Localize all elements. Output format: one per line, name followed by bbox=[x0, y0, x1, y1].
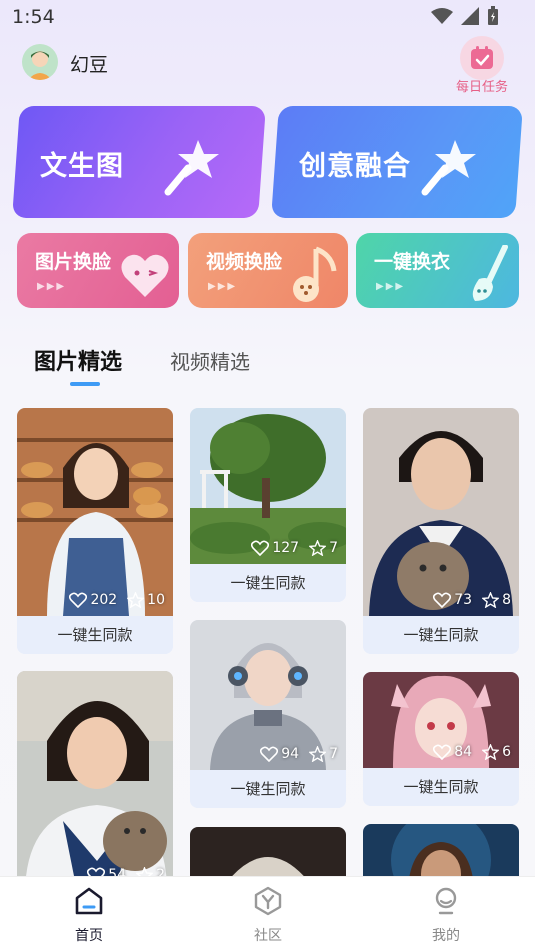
feed-image[interactable]: 73 8 bbox=[363, 408, 519, 616]
face-swap-image-card[interactable]: 图片换脸 ▶▶▶ bbox=[17, 233, 179, 308]
feed-card[interactable]: 73 8 一键生同款 bbox=[363, 408, 519, 654]
star-count: 7 bbox=[329, 540, 338, 556]
face-swap-video-label: 视频换脸 bbox=[206, 251, 283, 273]
nav-home-label: 首页 bbox=[75, 928, 103, 944]
feed-image[interactable]: 94 7 bbox=[190, 620, 346, 770]
magic-wand-icon bbox=[421, 140, 476, 196]
face-swap-video-card[interactable]: 视频换脸 ▶▶▶ bbox=[188, 233, 348, 308]
outfit-swap-label: 一键换衣 bbox=[374, 251, 451, 273]
star-icon bbox=[309, 746, 327, 762]
daily-task-button[interactable]: 每日任务 bbox=[451, 36, 513, 95]
feed-image[interactable]: 84 6 bbox=[363, 672, 519, 768]
heart-icon bbox=[433, 744, 452, 760]
star-count: 7 bbox=[329, 746, 338, 762]
feed-card[interactable]: 202 10 一键生同款 bbox=[17, 408, 173, 654]
feed-card[interactable]: 127 7 一键生同款 bbox=[190, 408, 346, 602]
creative-fusion-label: 创意融合 bbox=[299, 151, 411, 182]
home-icon bbox=[75, 887, 103, 915]
tab-image-picks[interactable]: 图片精选 bbox=[34, 344, 122, 376]
heart-icon bbox=[433, 592, 452, 608]
feed-image[interactable]: 202 10 bbox=[17, 408, 173, 616]
heart-icon bbox=[87, 867, 106, 876]
star-icon bbox=[482, 592, 500, 608]
feed-card[interactable]: 84 6 一键生同款 bbox=[363, 672, 519, 806]
daily-task-label: 每日任务 bbox=[455, 80, 508, 95]
tab-underline bbox=[70, 382, 100, 386]
nav-mine[interactable]: 我的 bbox=[406, 885, 486, 945]
wifi-icon bbox=[431, 8, 453, 24]
face-swap-image-label: 图片换脸 bbox=[35, 251, 112, 273]
like-count: 84 bbox=[454, 744, 473, 760]
star-count: 2 bbox=[156, 867, 165, 876]
nav-community-label: 社区 bbox=[254, 928, 282, 944]
profile-icon bbox=[435, 887, 457, 915]
status-time: 1:54 bbox=[12, 6, 55, 28]
nav-mine-label: 我的 bbox=[432, 928, 460, 944]
feed-card[interactable]: 94 7 一键生同款 bbox=[190, 620, 346, 808]
feed-card[interactable]: 54 2 bbox=[17, 671, 173, 876]
star-icon bbox=[127, 592, 145, 608]
nav-home[interactable]: 首页 bbox=[49, 885, 129, 945]
creative-fusion-card[interactable]: 创意融合 bbox=[271, 106, 523, 218]
username: 幻豆 bbox=[70, 54, 109, 76]
heart-icon bbox=[260, 746, 279, 762]
arrows-icon: ▶▶▶ bbox=[208, 281, 238, 292]
like-count: 73 bbox=[454, 592, 473, 608]
feed-stats: 73 8 bbox=[433, 592, 511, 608]
star-count: 10 bbox=[147, 592, 165, 608]
feed-stats: 84 6 bbox=[433, 744, 511, 760]
calendar-check-icon bbox=[471, 46, 493, 69]
like-count: 94 bbox=[281, 746, 300, 762]
feed-image[interactable] bbox=[363, 824, 519, 876]
star-icon bbox=[309, 540, 327, 556]
bottom-nav: 首页 社区 我的 bbox=[0, 876, 535, 951]
feed-stats: 54 2 bbox=[87, 867, 165, 876]
star-icon bbox=[136, 867, 154, 876]
like-count: 54 bbox=[108, 867, 127, 876]
signal-icon bbox=[461, 7, 479, 25]
outfit-swap-card[interactable]: 一键换衣 ▶▶▶ bbox=[356, 233, 519, 308]
generate-same-button[interactable]: 一键生同款 bbox=[363, 768, 519, 806]
text-to-image-label: 文生图 bbox=[40, 151, 124, 182]
header: 幻豆 每日任务 bbox=[22, 36, 513, 95]
like-count: 202 bbox=[90, 592, 118, 608]
feed-card[interactable] bbox=[190, 827, 346, 876]
nav-community[interactable]: 社区 bbox=[228, 885, 308, 945]
image-feed: 202 10 一键生同款 54 2 127 7 一键生同款 94 7 一键生同款… bbox=[0, 408, 535, 876]
generate-same-button[interactable]: 一键生同款 bbox=[17, 616, 173, 654]
generate-same-button[interactable]: 一键生同款 bbox=[363, 616, 519, 654]
generate-same-button[interactable]: 一键生同款 bbox=[190, 770, 346, 808]
feed-card[interactable] bbox=[363, 824, 519, 876]
text-to-image-card[interactable]: 文生图 bbox=[12, 106, 266, 218]
battery-icon bbox=[488, 6, 498, 25]
heart-icon bbox=[251, 540, 270, 556]
feed-image[interactable] bbox=[190, 827, 346, 876]
heart-icon bbox=[69, 592, 88, 608]
arrows-icon: ▶▶▶ bbox=[37, 281, 67, 292]
feed-image[interactable]: 54 2 bbox=[17, 671, 173, 876]
avatar[interactable] bbox=[22, 44, 58, 80]
paint-brush-icon bbox=[472, 245, 508, 301]
feed-stats: 127 7 bbox=[251, 540, 338, 556]
status-bar: 1:54 bbox=[0, 0, 535, 36]
heart-face-icon bbox=[121, 254, 169, 297]
like-count: 127 bbox=[272, 540, 300, 556]
generate-same-button[interactable]: 一键生同款 bbox=[190, 564, 346, 602]
community-icon bbox=[254, 886, 282, 916]
star-count: 6 bbox=[502, 744, 511, 760]
star-icon bbox=[482, 744, 500, 760]
music-note-icon bbox=[293, 246, 337, 302]
magic-wand-icon bbox=[164, 140, 219, 196]
status-icons bbox=[431, 6, 499, 26]
feed-image[interactable]: 127 7 bbox=[190, 408, 346, 564]
tab-video-picks[interactable]: 视频精选 bbox=[170, 346, 250, 375]
arrows-icon: ▶▶▶ bbox=[376, 281, 406, 292]
star-count: 8 bbox=[502, 592, 511, 608]
feed-stats: 94 7 bbox=[260, 746, 338, 762]
feed-stats: 202 10 bbox=[69, 592, 165, 608]
